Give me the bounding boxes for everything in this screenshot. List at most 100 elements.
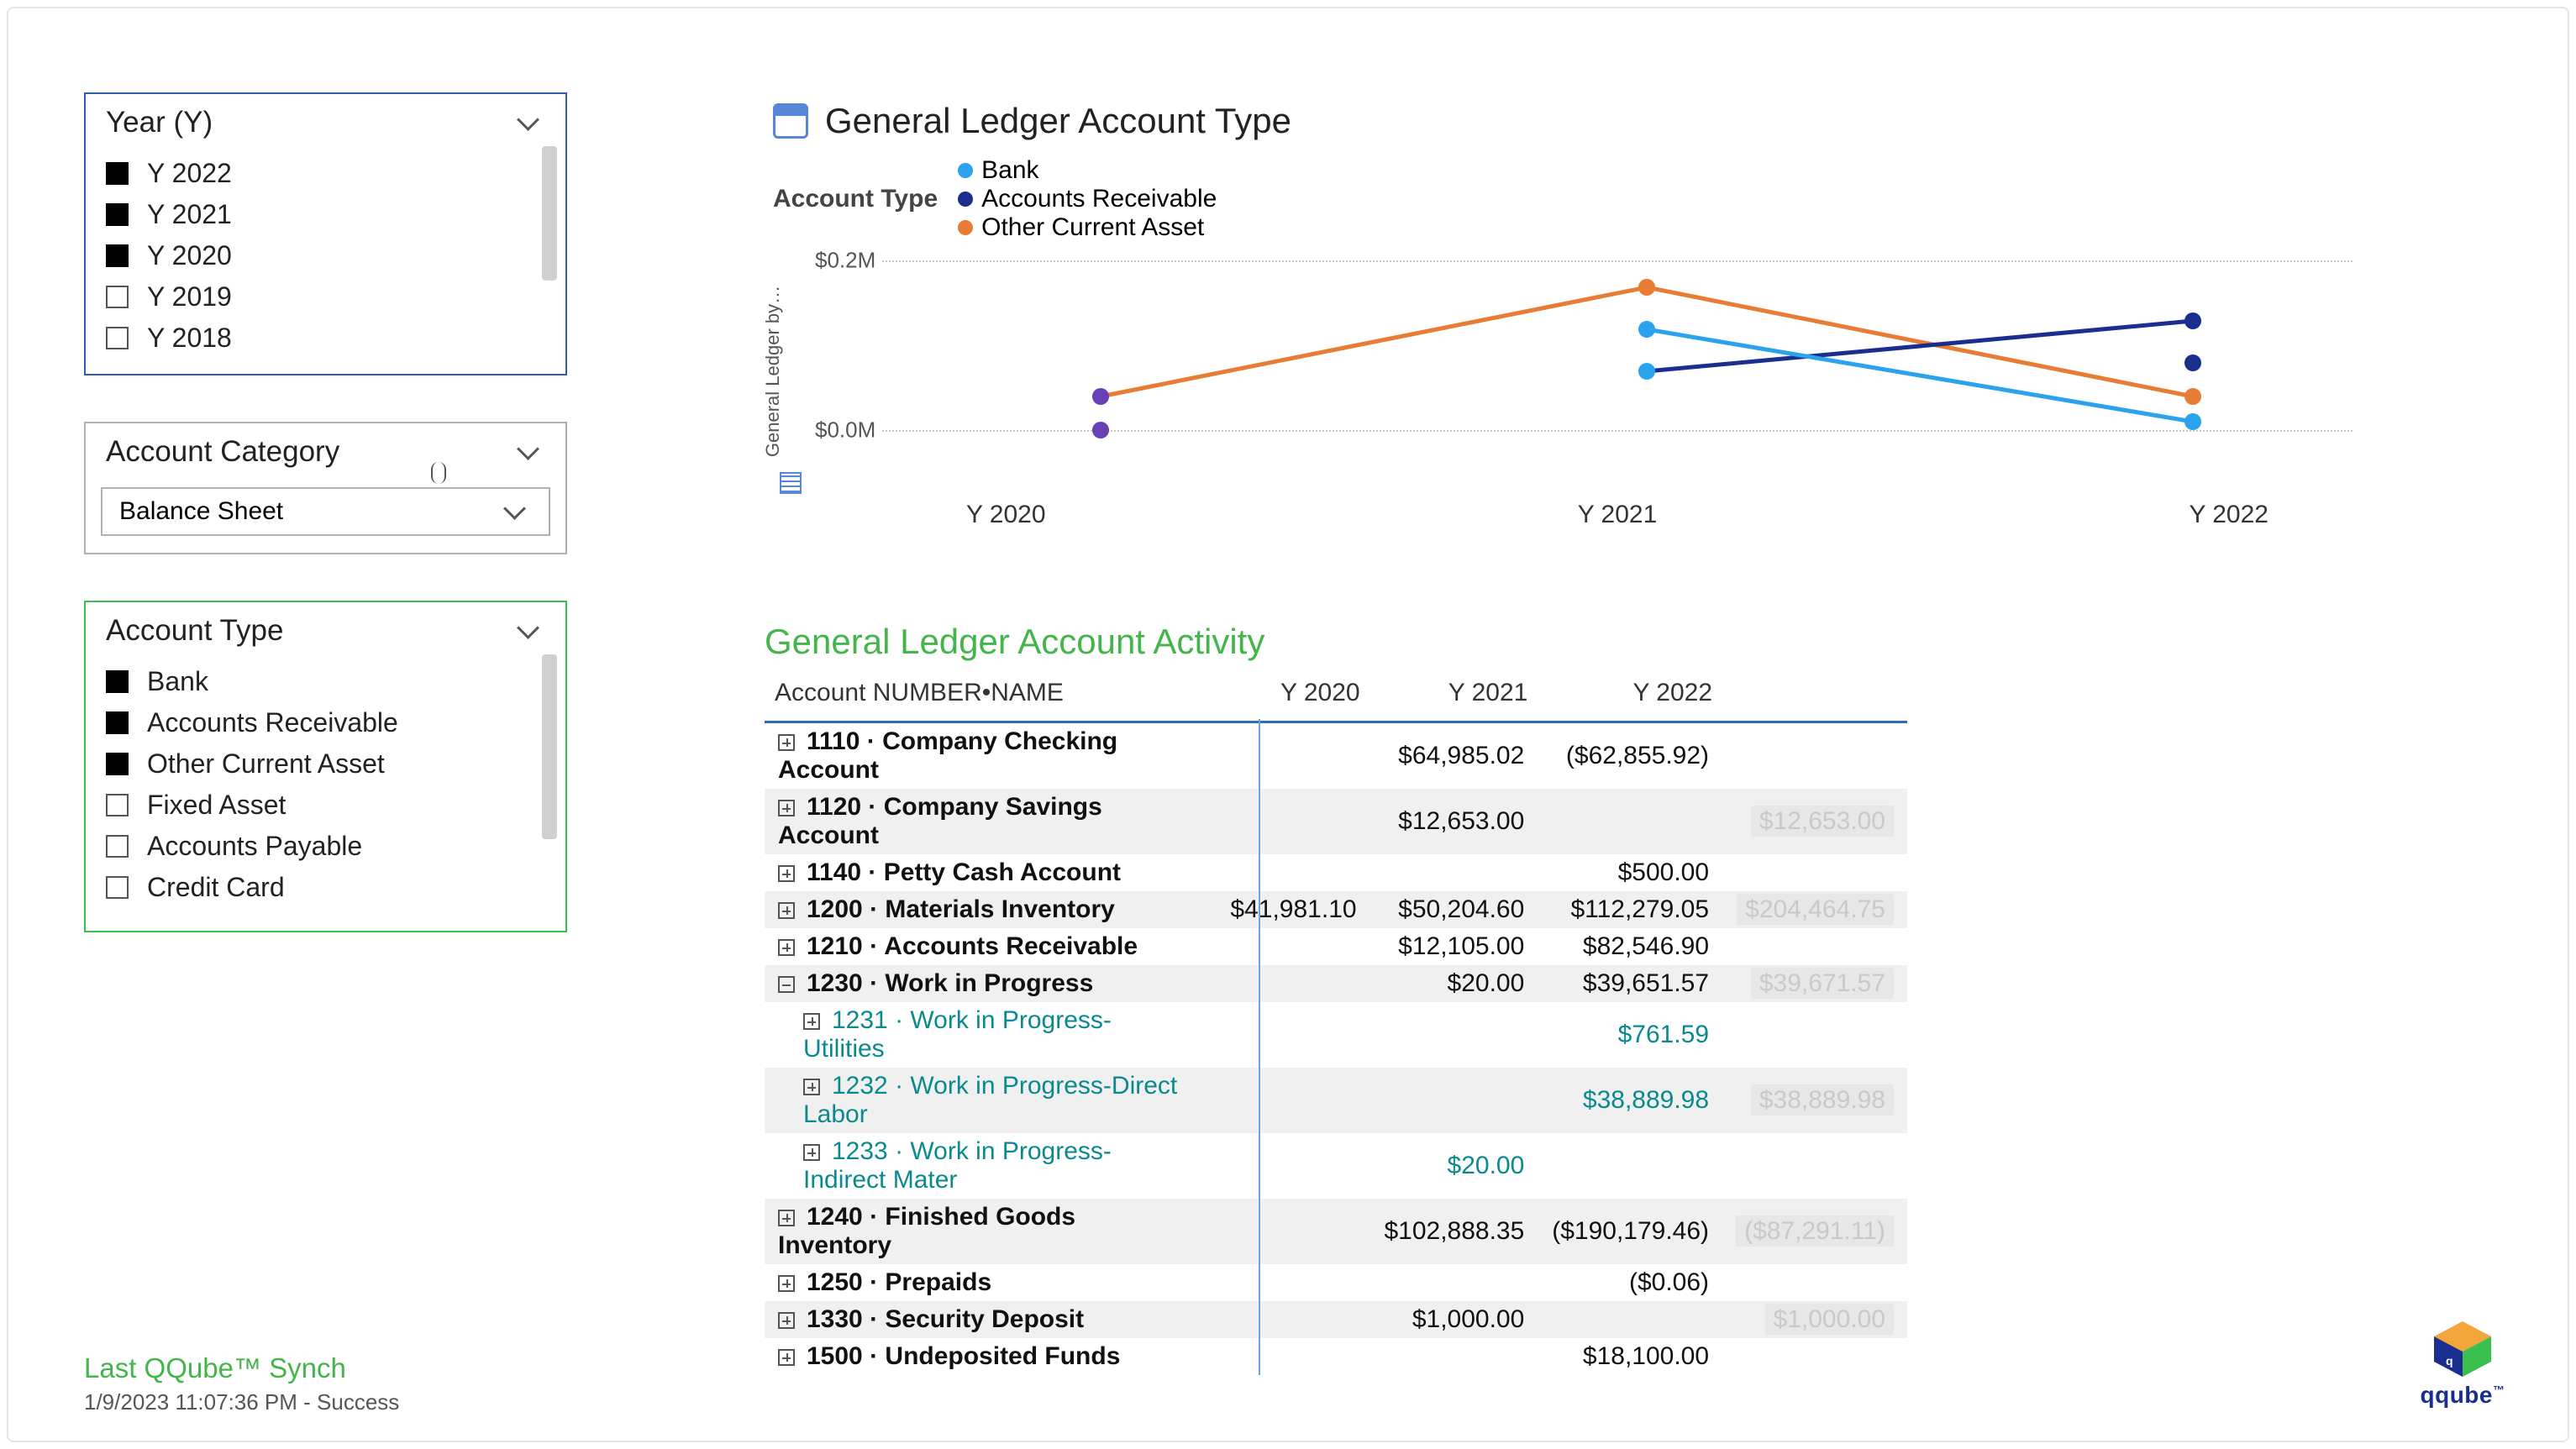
chevron-down-icon[interactable] — [520, 618, 545, 643]
cell-account-name[interactable]: 1231 · Work in Progress-Utilities — [765, 1002, 1205, 1068]
slicer-year-scrollbar[interactable] — [542, 146, 557, 281]
legend-item[interactable]: Other Current Asset — [958, 213, 1217, 242]
slicer-type-item[interactable]: Accounts Receivable — [86, 702, 565, 743]
expand-icon[interactable] — [778, 1210, 795, 1226]
cell-value — [1538, 789, 1722, 854]
slicer-year-item[interactable]: Y 2018 — [86, 318, 565, 359]
x-tick: Y 2022 — [2189, 501, 2268, 529]
table-row[interactable]: 1250 · Prepaids($0.06) — [765, 1264, 1907, 1301]
account-category-dropdown[interactable]: Balance Sheet — [101, 487, 550, 536]
table-header-row: Account NUMBER•NAME Y 2020 Y 2021 Y 2022 — [765, 674, 1907, 721]
slicer-type-item[interactable]: Other Current Asset — [86, 743, 565, 785]
expand-icon[interactable] — [778, 902, 795, 919]
col-y2022[interactable]: Y 2022 — [1538, 674, 1722, 721]
sync-label: Last QQube™ Synch — [84, 1352, 399, 1384]
checkbox-icon[interactable] — [106, 835, 129, 858]
table-row[interactable]: 1232 · Work in Progress-Direct Labor$38,… — [765, 1068, 1907, 1133]
table-row[interactable]: 1231 · Work in Progress-Utilities$761.59 — [765, 1002, 1907, 1068]
table-row[interactable]: 1110 · Company Checking Account$64,985.0… — [765, 723, 1907, 789]
checkbox-icon[interactable] — [106, 794, 129, 816]
cell-account-name[interactable]: 1200 · Materials Inventory — [765, 891, 1205, 928]
slicer-account-type[interactable]: Account Type BankAccounts ReceivableOthe… — [84, 601, 567, 932]
table-row[interactable]: 1140 · Petty Cash Account$500.00 — [765, 854, 1907, 891]
cell-value — [1205, 1338, 1369, 1375]
cell-account-name[interactable]: 1140 · Petty Cash Account — [765, 854, 1205, 891]
cell-account-name[interactable]: 1233 · Work in Progress-Indirect Mater — [765, 1133, 1205, 1199]
checkbox-icon[interactable] — [106, 711, 129, 734]
slicer-type-scrollbar[interactable] — [542, 654, 557, 839]
cursor-icon — [431, 462, 446, 484]
slicer-year-header[interactable]: Year (Y) — [86, 94, 565, 148]
slicer-type-item[interactable]: Bank — [86, 661, 565, 702]
chevron-down-icon[interactable] — [520, 439, 545, 465]
slicer-year-item[interactable]: Y 2022 — [86, 153, 565, 194]
slicer-year-item[interactable]: Y 2019 — [86, 276, 565, 318]
legend-item[interactable]: Accounts Receivable — [958, 185, 1217, 213]
slicer-year-item[interactable]: Y 2021 — [86, 194, 565, 235]
slicer-category-header[interactable]: Account Category — [86, 423, 565, 477]
expand-icon[interactable] — [778, 939, 795, 956]
expand-icon[interactable] — [778, 800, 795, 816]
cell-total-ghost — [1722, 1264, 1907, 1301]
cell-account-name[interactable]: 1120 · Company Savings Account — [765, 789, 1205, 854]
table-row[interactable]: 1500 · Undeposited Funds$18,100.00 — [765, 1338, 1907, 1375]
checkbox-icon[interactable] — [106, 327, 129, 349]
cell-value: $1,000.00 — [1370, 1301, 1538, 1338]
expand-icon[interactable] — [778, 1349, 795, 1366]
collapse-icon[interactable] — [778, 976, 795, 993]
cell-account-name[interactable]: 1230 · Work in Progress — [765, 965, 1205, 1002]
slicer-type-item[interactable]: Fixed Asset — [86, 785, 565, 826]
checkbox-icon[interactable] — [106, 876, 129, 899]
checkbox-icon[interactable] — [106, 162, 129, 185]
expand-icon[interactable] — [778, 865, 795, 882]
account-category-selected: Balance Sheet — [119, 497, 283, 526]
expand-icon[interactable] — [778, 734, 795, 751]
table-row[interactable]: 1230 · Work in Progress$20.00$39,651.57$… — [765, 965, 1907, 1002]
cell-account-name[interactable]: 1240 · Finished Goods Inventory — [765, 1199, 1205, 1264]
expand-icon[interactable] — [803, 1013, 820, 1030]
table-icon[interactable] — [780, 472, 802, 494]
checkbox-icon[interactable] — [106, 244, 129, 267]
slicer-type-item[interactable]: Accounts Payable — [86, 826, 565, 867]
table-row[interactable]: 1210 · Accounts Receivable$12,105.00$82,… — [765, 928, 1907, 965]
x-tick: Y 2021 — [1578, 501, 1658, 529]
cell-account-name[interactable]: 1110 · Company Checking Account — [765, 723, 1205, 789]
slicer-year[interactable]: Year (Y) Y 2022 Y 2021 Y 2020Y 2019 Y 2018 — [84, 92, 567, 375]
expand-icon[interactable] — [778, 1312, 795, 1329]
slicer-item-label: Y 2018 — [147, 323, 232, 354]
table-row[interactable]: 1240 · Finished Goods Inventory $102,888.… — [765, 1199, 1907, 1264]
cell-value: $102,888.35 — [1370, 1199, 1538, 1264]
slicer-type-item[interactable]: Credit Card — [86, 867, 565, 908]
table-row[interactable]: 1233 · Work in Progress-Indirect Mater$2… — [765, 1133, 1907, 1199]
legend-series-name: Bank — [981, 156, 1038, 185]
checkbox-icon[interactable] — [106, 203, 129, 226]
expand-icon[interactable] — [803, 1144, 820, 1161]
col-account[interactable]: Account NUMBER•NAME — [765, 674, 1205, 721]
cell-account-name[interactable]: 1330 · Security Deposit — [765, 1301, 1205, 1338]
y-tick: $0.0M — [815, 417, 875, 444]
chevron-down-icon[interactable] — [507, 499, 532, 524]
slicer-type-header[interactable]: Account Type — [86, 602, 565, 656]
legend-item[interactable]: Bank — [958, 156, 1217, 185]
table-row[interactable]: 1330 · Security Deposit$1,000.00$1,000.0… — [765, 1301, 1907, 1338]
chevron-down-icon[interactable] — [520, 110, 545, 135]
cell-account-name[interactable]: 1250 · Prepaids — [765, 1264, 1205, 1301]
cell-account-name[interactable]: 1232 · Work in Progress-Direct Labor — [765, 1068, 1205, 1133]
checkbox-icon[interactable] — [106, 670, 129, 693]
cell-account-name[interactable]: 1500 · Undeposited Funds — [765, 1338, 1205, 1375]
table-row[interactable]: 1120 · Company Savings Account$12,653.00… — [765, 789, 1907, 854]
cell-account-name[interactable]: 1210 · Accounts Receivable — [765, 928, 1205, 965]
col-y2021[interactable]: Y 2021 — [1370, 674, 1538, 721]
checkbox-icon[interactable] — [106, 286, 129, 308]
sync-timestamp: 1/9/2023 11:07:36 PM - Success — [84, 1389, 399, 1415]
col-y2020[interactable]: Y 2020 — [1205, 674, 1369, 721]
chart-plot-area[interactable]: General Ledger by… $0.2M $0.0M Y — [815, 254, 2353, 489]
slicer-account-category[interactable]: Account Category Balance Sheet — [84, 422, 567, 554]
expand-icon[interactable] — [803, 1079, 820, 1095]
checkbox-icon[interactable] — [106, 753, 129, 775]
expand-icon[interactable] — [778, 1275, 795, 1292]
slicer-item-label: Y 2021 — [147, 199, 232, 230]
cell-total-ghost: $204,464.75 — [1722, 891, 1907, 928]
slicer-year-item[interactable]: Y 2020 — [86, 235, 565, 276]
table-row[interactable]: 1200 · Materials Inventory$41,981.10$50,… — [765, 891, 1907, 928]
